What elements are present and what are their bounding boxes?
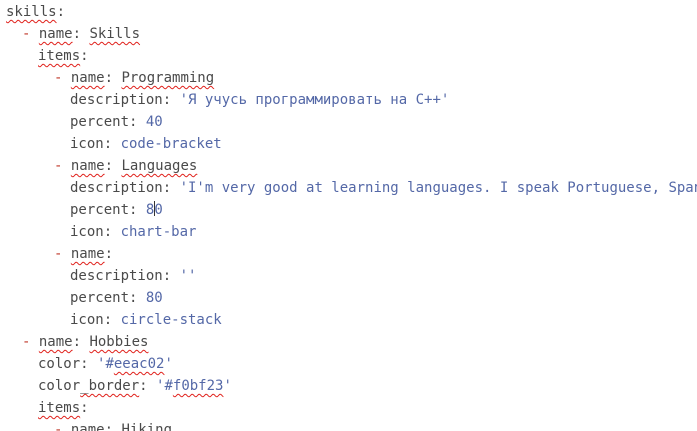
yaml-value: code-bracket (120, 136, 222, 152)
list-dash: - (54, 246, 71, 262)
code-line[interactable]: description: '' (70, 265, 196, 287)
yaml-separator: : (104, 70, 122, 86)
code-line[interactable]: color: '#eeac02' (38, 353, 173, 375)
yaml-key: items (38, 48, 81, 64)
yaml-editor[interactable]: skills: - name: Skills items: - name: Progr… (0, 0, 697, 431)
yaml-key: description (70, 268, 163, 284)
list-dash: - (54, 70, 71, 86)
yaml-key: name (70, 246, 105, 262)
code-line[interactable]: - name: Skills (22, 23, 140, 45)
yaml-value-suffix: ' (223, 378, 232, 394)
code-line[interactable]: icon: code-bracket (70, 133, 222, 155)
code-line[interactable]: color_border: '#f0bf23' (38, 375, 232, 397)
yaml-colon: : (104, 246, 114, 262)
yaml-key: percent (70, 202, 130, 218)
code-line[interactable]: percent: 80 (70, 287, 163, 309)
yaml-key: percent (70, 114, 130, 130)
code-line[interactable]: - name: Hobbies (22, 331, 148, 353)
yaml-value: eeac02 (113, 356, 165, 372)
yaml-separator: : (80, 356, 98, 372)
yaml-key: name (38, 26, 73, 42)
code-line[interactable]: icon: circle-stack (70, 309, 222, 331)
list-dash: - (22, 26, 39, 42)
yaml-separator: : (162, 268, 180, 284)
code-line[interactable]: - name: Languages (54, 155, 197, 177)
code-line[interactable]: - name: Hiking (54, 419, 172, 431)
yaml-key: description (70, 180, 163, 196)
yaml-value: Skills (89, 26, 141, 42)
code-line[interactable]: icon: chart-bar (70, 221, 196, 243)
yaml-key: name (38, 334, 73, 350)
yaml-key: name (70, 422, 105, 431)
code-line[interactable]: description: 'Я учусь программировать на… (70, 89, 449, 111)
code-line[interactable]: percent: 40 (70, 111, 163, 133)
yaml-separator: : (103, 312, 121, 328)
yaml-separator: : (129, 202, 146, 218)
yaml-key: icon (70, 224, 104, 240)
yaml-colon: : (56, 4, 66, 20)
yaml-key: icon (70, 312, 104, 328)
yaml-separator: : (72, 26, 90, 42)
yaml-value: 'I'm very good at learning languages. I … (179, 180, 697, 196)
yaml-value: f0bf23 (172, 378, 224, 394)
code-line[interactable]: description: 'I'm very good at learning … (70, 177, 697, 199)
code-line[interactable]: percent: 80 (70, 199, 163, 221)
yaml-separator: : (162, 180, 180, 196)
yaml-value: chart-bar (120, 224, 197, 240)
yaml-key: color (38, 356, 81, 372)
yaml-key: name (70, 158, 105, 174)
yaml-separator: : (103, 224, 121, 240)
code-line[interactable]: items: (38, 45, 89, 67)
list-dash: - (54, 158, 71, 174)
yaml-key: icon (70, 136, 104, 152)
code-line[interactable]: - name: (54, 243, 113, 265)
yaml-colon: : (80, 48, 89, 64)
yaml-value-prefix: '# (97, 356, 114, 372)
list-dash: - (54, 422, 71, 431)
yaml-key-suffix: _border (80, 378, 140, 394)
yaml-key: items (38, 400, 81, 416)
yaml-separator: : (162, 92, 180, 108)
yaml-value: Programming (121, 70, 215, 86)
yaml-value: 40 (145, 114, 163, 130)
yaml-separator: : (72, 334, 90, 350)
yaml-separator: : (129, 290, 146, 306)
yaml-key: percent (70, 290, 130, 306)
yaml-separator: : (103, 136, 121, 152)
code-line[interactable]: skills: (6, 1, 65, 23)
yaml-key: description (70, 92, 163, 108)
yaml-key: name (70, 70, 105, 86)
yaml-value-suffix: ' (164, 356, 173, 372)
yaml-value-prefix: '# (156, 378, 173, 394)
code-line[interactable]: items: (38, 397, 89, 419)
yaml-value: Hiking (121, 422, 173, 431)
yaml-key: skills (6, 4, 57, 20)
yaml-value: circle-stack (120, 312, 222, 328)
list-dash: - (22, 334, 39, 350)
yaml-colon: : (80, 400, 89, 416)
code-line[interactable]: - name: Programming (54, 67, 214, 89)
yaml-value: 'Я учусь программировать на C++' (179, 92, 450, 108)
yaml-value: Hobbies (89, 334, 149, 350)
yaml-value-rest: 0 (154, 202, 163, 218)
yaml-value: '' (179, 268, 197, 284)
yaml-key: color (38, 378, 81, 394)
yaml-separator: : (104, 158, 122, 174)
yaml-separator: : (104, 422, 122, 431)
yaml-separator: : (139, 378, 157, 394)
yaml-value: Languages (121, 158, 198, 174)
yaml-value: 80 (145, 290, 163, 306)
yaml-separator: : (129, 114, 146, 130)
